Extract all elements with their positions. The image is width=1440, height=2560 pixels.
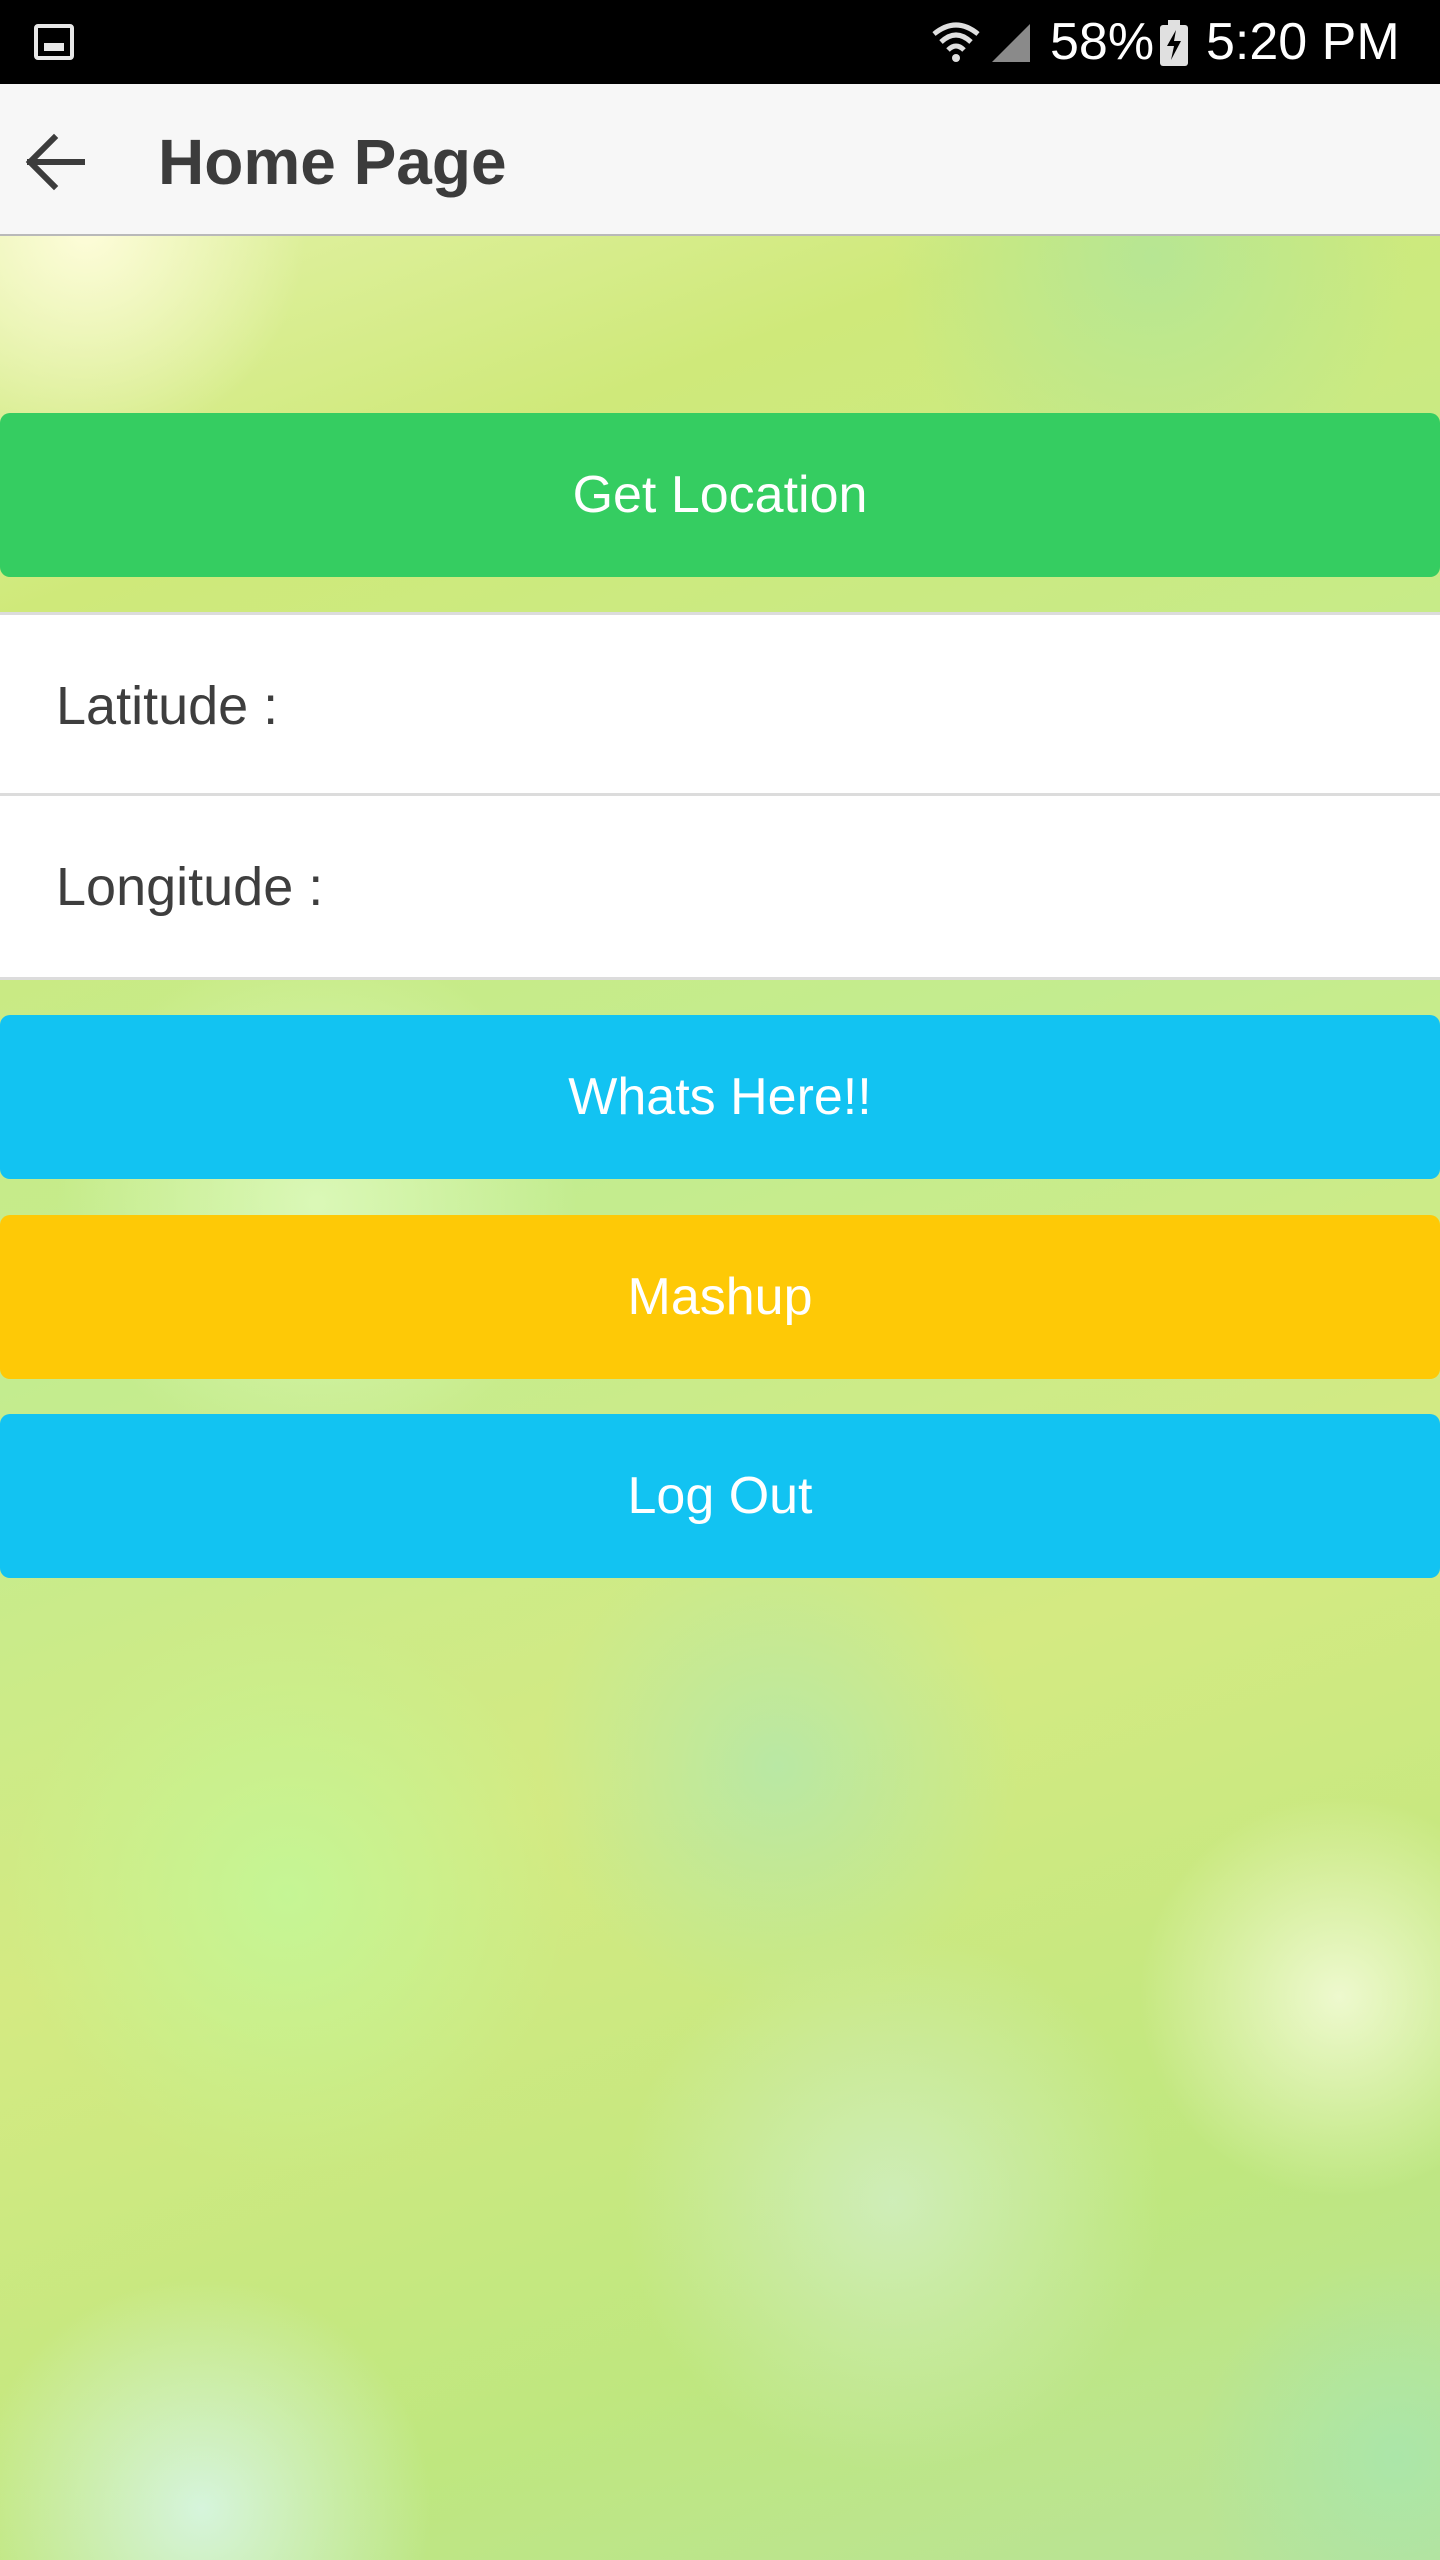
whats-here-label: Whats Here!! xyxy=(568,1068,872,1126)
battery-percentage: 58% xyxy=(1050,13,1155,71)
signal-icon xyxy=(992,24,1030,62)
whats-here-button[interactable]: Whats Here!! xyxy=(0,1015,1440,1179)
longitude-label: Longitude : xyxy=(56,857,324,917)
latitude-label: Latitude : xyxy=(56,676,279,736)
longitude-row: Longitude : xyxy=(0,796,1440,980)
battery-charging-icon xyxy=(1160,20,1188,66)
logout-button[interactable]: Log Out xyxy=(0,1414,1440,1578)
logout-label: Log Out xyxy=(627,1467,813,1525)
wifi-icon xyxy=(932,22,980,62)
get-location-button[interactable]: Get Location xyxy=(0,413,1440,577)
page-title: Home Page xyxy=(158,126,507,198)
image-notification-icon xyxy=(34,24,74,60)
app-bar: Home Page xyxy=(0,84,1440,236)
mashup-label: Mashup xyxy=(627,1268,813,1326)
status-bar: 58% 5:20 PM xyxy=(0,0,1440,84)
get-location-label: Get Location xyxy=(572,466,868,524)
latitude-row: Latitude : xyxy=(0,612,1440,796)
mashup-button[interactable]: Mashup xyxy=(0,1215,1440,1379)
status-time: 5:20 PM xyxy=(1206,13,1400,71)
arrow-back-icon[interactable] xyxy=(24,130,88,194)
